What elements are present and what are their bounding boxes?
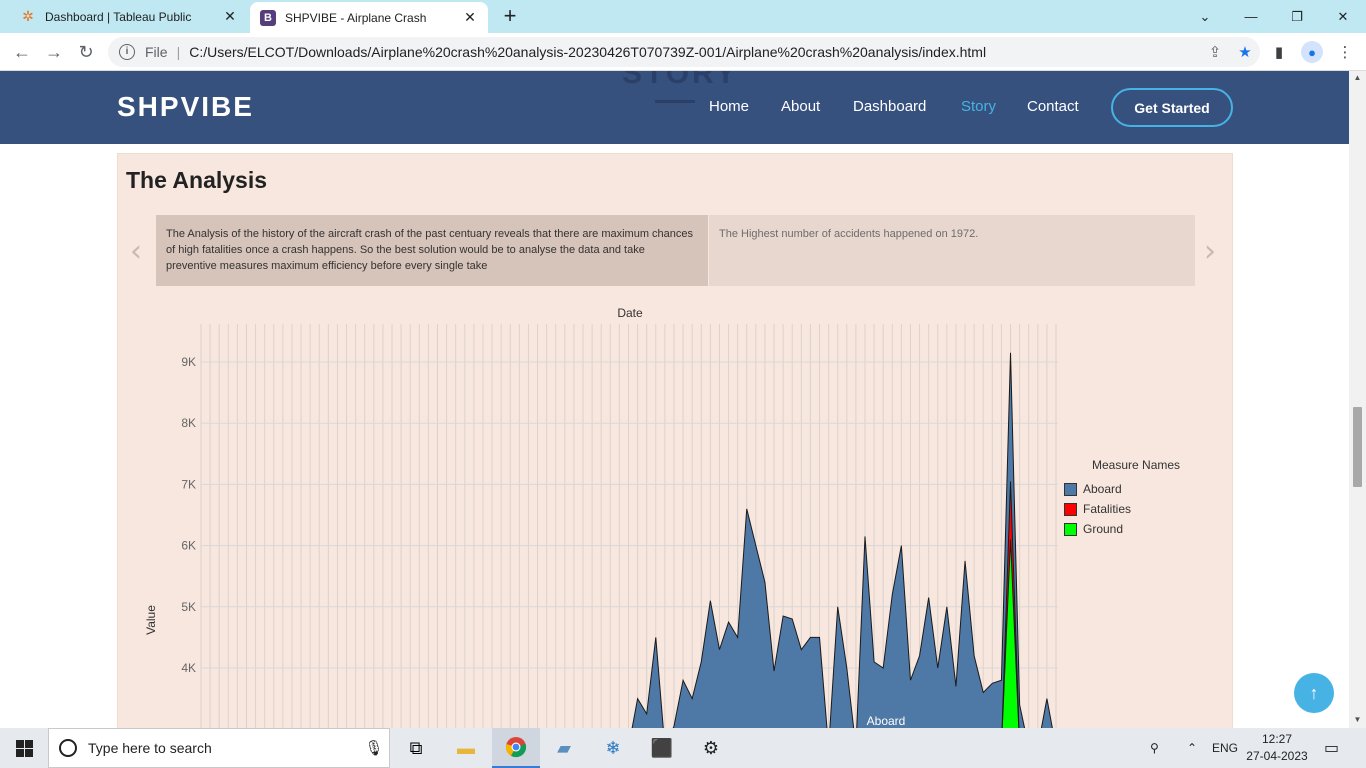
minimize-button[interactable]: — bbox=[1228, 0, 1274, 33]
nav-contact[interactable]: Contact bbox=[1027, 98, 1079, 115]
chevron-right-icon[interactable]: › bbox=[1204, 234, 1216, 269]
divider: | bbox=[176, 44, 181, 60]
file-explorer-icon[interactable]: ▬ bbox=[442, 728, 490, 768]
section-heading-ghost: STORY bbox=[622, 71, 739, 90]
analysis-panel: The Analysis ‹ The Analysis of the histo… bbox=[117, 153, 1233, 728]
url-text[interactable]: C:/Users/ELCOT/Downloads/Airplane%20cras… bbox=[189, 44, 1200, 60]
y-tick-label: 7K bbox=[181, 477, 196, 491]
tab-title: Dashboard | Tableau Public bbox=[45, 9, 192, 24]
language-indicator[interactable]: ENG bbox=[1212, 728, 1238, 768]
bookmark-star-icon[interactable]: ★ bbox=[1230, 43, 1260, 61]
browser-toolbar: ← → ↻ i File | C:/Users/ELCOT/Downloads/… bbox=[0, 33, 1366, 71]
area-annotation-label: Aboard bbox=[867, 714, 906, 728]
share-icon[interactable]: ⇪ bbox=[1200, 43, 1230, 61]
system-clock[interactable]: 12:27 27-04-2023 bbox=[1244, 731, 1310, 765]
reload-icon[interactable]: ↻ bbox=[72, 38, 100, 66]
tab-shpvibe[interactable]: B SHPVIBE - Airplane Crash ✕ bbox=[250, 2, 488, 33]
profile-button[interactable]: ● bbox=[1297, 38, 1327, 66]
scroll-down-arrow-icon[interactable]: ▼ bbox=[1349, 715, 1366, 724]
notification-icon[interactable]: ▭ bbox=[1324, 728, 1339, 768]
legend-title: Measure Names bbox=[1092, 458, 1181, 472]
notepad-icon[interactable]: ▰ bbox=[540, 728, 588, 768]
y-tick-label: 6K bbox=[181, 539, 196, 553]
area-chart: 2K4K5K6K7K8K9KDateValueAboard Measure Na… bbox=[118, 304, 1234, 728]
nav-dashboard[interactable]: Dashboard bbox=[853, 98, 926, 115]
back-arrow-icon[interactable]: ← bbox=[8, 38, 36, 66]
page-scrollbar[interactable]: ▲ ▼ bbox=[1349, 71, 1366, 728]
scrollbar-thumb[interactable] bbox=[1353, 407, 1362, 487]
microphone-icon[interactable]: 🎙 bbox=[359, 739, 389, 757]
page-title: The Analysis bbox=[126, 167, 268, 193]
site-info-icon[interactable]: i bbox=[119, 44, 135, 60]
restore-button[interactable]: ❐ bbox=[1274, 0, 1320, 33]
settings-icon[interactable]: ⚙ bbox=[687, 728, 735, 768]
y-tick-label: 9K bbox=[181, 355, 196, 369]
clock-time: 12:27 bbox=[1261, 732, 1293, 746]
nav-home[interactable]: Home bbox=[709, 98, 749, 115]
legend-label: Fatalities bbox=[1083, 502, 1132, 516]
legend-label: Ground bbox=[1083, 522, 1124, 536]
close-icon[interactable]: ✕ bbox=[218, 8, 242, 25]
search-icon bbox=[59, 739, 77, 757]
site-logo[interactable]: SHPVIBE bbox=[117, 91, 254, 123]
side-panel-icon[interactable]: ▮ bbox=[1264, 38, 1294, 66]
close-window-button[interactable]: ✕ bbox=[1320, 0, 1366, 33]
browser-tab-strip: ✲ Dashboard | Tableau Public ✕ B SHPVIBE… bbox=[0, 0, 1366, 33]
y-tick-label: 5K bbox=[181, 600, 196, 614]
y-tick-label: 4K bbox=[181, 661, 196, 675]
y-axis-title: Value bbox=[144, 605, 158, 635]
story-point-2[interactable]: The Highest number of accidents happened… bbox=[709, 215, 1195, 286]
bootstrap-icon: B bbox=[260, 9, 276, 26]
menu-kebab-icon[interactable]: ⋮ bbox=[1330, 38, 1360, 66]
legend-swatch bbox=[1064, 522, 1077, 536]
x-axis-title: Date bbox=[617, 306, 643, 320]
scroll-up-arrow-icon[interactable]: ▲ bbox=[1349, 73, 1366, 82]
avatar: ● bbox=[1301, 41, 1323, 63]
chart-legend: Measure Names Aboard Fatalities Ground bbox=[1064, 458, 1180, 539]
tableau-icon: ✲ bbox=[22, 8, 34, 24]
nav-story[interactable]: Story bbox=[961, 98, 996, 115]
legend-item-ground[interactable]: Ground bbox=[1064, 519, 1180, 539]
forward-arrow-icon[interactable]: → bbox=[40, 38, 68, 66]
address-bar[interactable]: i File | C:/Users/ELCOT/Downloads/Airpla… bbox=[108, 37, 1260, 67]
close-icon[interactable]: ✕ bbox=[458, 9, 482, 26]
legend-swatch bbox=[1064, 482, 1077, 496]
tab-tableau-dashboard[interactable]: ✲ Dashboard | Tableau Public ✕ bbox=[0, 0, 248, 33]
search-placeholder: Type here to search bbox=[88, 740, 212, 756]
snowflake-app-icon[interactable]: ❄ bbox=[589, 728, 637, 768]
site-header: STORY SHPVIBE Home About Dashboard Story… bbox=[0, 71, 1349, 144]
chevron-up-icon[interactable]: ⌃ bbox=[1187, 728, 1197, 768]
chrome-icon[interactable] bbox=[492, 728, 540, 768]
tab-title: SHPVIBE - Airplane Crash bbox=[285, 10, 427, 25]
page-viewport: STORY SHPVIBE Home About Dashboard Story… bbox=[0, 71, 1349, 728]
taskbar-search-box[interactable]: Type here to search 🎙 bbox=[48, 728, 390, 768]
legend-label: Aboard bbox=[1083, 482, 1122, 496]
chevron-left-icon[interactable]: ‹ bbox=[130, 234, 142, 269]
legend-swatch bbox=[1064, 502, 1077, 516]
get-started-button[interactable]: Get Started bbox=[1111, 88, 1233, 127]
people-icon[interactable]: ⚲ bbox=[1150, 728, 1159, 768]
windows-taskbar: Type here to search 🎙 ⧉ ▬ ▰ ❄ ⬛ ⚙ ⚲ ⌃ EN… bbox=[0, 728, 1366, 768]
task-view-icon[interactable]: ⧉ bbox=[392, 728, 440, 768]
chart-svg: 2K4K5K6K7K8K9KDateValueAboard bbox=[144, 306, 1058, 728]
legend-item-fatalities[interactable]: Fatalities bbox=[1064, 499, 1180, 519]
back-to-top-button[interactable]: ↑ bbox=[1294, 673, 1334, 713]
protocol-label: File bbox=[145, 44, 168, 60]
y-tick-label: 8K bbox=[181, 416, 196, 430]
legend-item-aboard[interactable]: Aboard bbox=[1064, 479, 1180, 499]
story-point-1[interactable]: The Analysis of the history of the aircr… bbox=[156, 215, 708, 286]
clock-date: 27-04-2023 bbox=[1246, 749, 1308, 763]
nav-about[interactable]: About bbox=[781, 98, 820, 115]
windows-start-icon[interactable] bbox=[0, 728, 48, 768]
new-tab-button[interactable]: + bbox=[498, 4, 522, 28]
acrobat-icon[interactable]: ⬛ bbox=[638, 728, 686, 768]
tab-search-chevron-icon[interactable]: ⌄ bbox=[1182, 0, 1228, 33]
heading-underline bbox=[655, 100, 695, 103]
